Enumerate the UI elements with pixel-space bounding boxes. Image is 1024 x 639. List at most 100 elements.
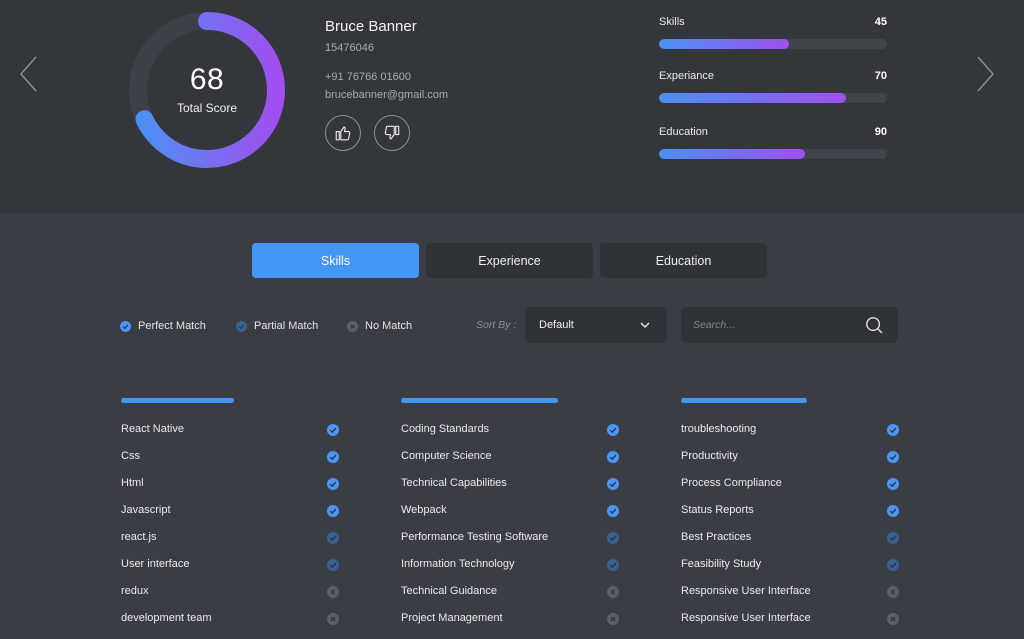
check-icon (327, 478, 339, 490)
skill-row: troubleshooting (681, 422, 899, 438)
check-icon (887, 424, 899, 436)
skill-column-bar (401, 398, 558, 403)
candidate-id: 15476046 (325, 42, 374, 54)
score-bar-track (659, 149, 887, 159)
check-icon (607, 478, 619, 490)
skill-row: Javascript (121, 503, 339, 519)
sort-by-label: Sort By : (476, 319, 517, 331)
total-score-label: Total Score (176, 101, 238, 115)
legend-label: Perfect Match (138, 320, 206, 332)
skill-row: Coding Standards (401, 422, 619, 438)
check-icon (607, 451, 619, 463)
skill-row: Computer Science (401, 449, 619, 465)
skill-row: Technical Guidance (401, 584, 619, 600)
skill-name: User interface (121, 558, 190, 570)
candidate-header: 68 Total Score Bruce Banner 15476046 +91… (0, 0, 1024, 213)
candidate-name: Bruce Banner (325, 18, 417, 35)
check-icon (607, 424, 619, 436)
close-icon (887, 613, 899, 625)
skill-row: React Native (121, 422, 339, 438)
close-icon (887, 586, 899, 598)
skill-row: Feasibility Study (681, 557, 899, 573)
check-icon (236, 320, 247, 332)
skill-name: Html (121, 477, 144, 489)
prev-candidate-button[interactable] (18, 54, 40, 94)
check-icon (887, 559, 899, 571)
check-icon (327, 505, 339, 517)
score-bar-track (659, 93, 887, 103)
skill-row: Webpack (401, 503, 619, 519)
score-bar-track (659, 39, 887, 49)
skill-name: Technical Guidance (401, 585, 498, 597)
skill-name: Webpack (401, 504, 447, 516)
close-icon (327, 586, 339, 598)
close-icon (607, 613, 619, 625)
sort-dropdown[interactable]: Default (525, 307, 667, 343)
chevron-down-icon (640, 322, 650, 329)
skill-name: Information Technology (401, 558, 515, 570)
legend-label: No Match (365, 320, 413, 332)
skill-row: development team (121, 611, 339, 627)
legend-label: Partial Match (254, 320, 319, 332)
tab-education[interactable]: Education (600, 243, 767, 278)
like-button[interactable] (325, 115, 361, 151)
dislike-button[interactable] (374, 115, 410, 151)
skill-row: react.js (121, 530, 339, 546)
search-input[interactable] (693, 316, 853, 334)
check-icon (327, 451, 339, 463)
score-bar-label: Skills (659, 16, 685, 28)
total-score-ring: 68 Total Score (128, 11, 286, 169)
skill-name: Status Reports (681, 504, 754, 516)
skill-column-bar (681, 398, 807, 403)
skill-row: Productivity (681, 449, 899, 465)
skill-search (681, 307, 898, 343)
skill-row: Technical Capabilities (401, 476, 619, 492)
check-icon (887, 451, 899, 463)
skill-name: Technical Capabilities (401, 477, 507, 489)
skill-name: Feasibility Study (681, 558, 762, 570)
check-icon (887, 505, 899, 517)
skill-name: troubleshooting (681, 423, 757, 435)
candidate-phone[interactable]: +91 76766 01600 (325, 71, 448, 83)
skill-name: Process Compliance (681, 477, 782, 489)
skill-row: User interface (121, 557, 339, 573)
check-icon (607, 505, 619, 517)
score-bar-fill (659, 93, 846, 103)
skill-name: Best Practices (681, 531, 752, 543)
skill-row: Css (121, 449, 339, 465)
skill-row: Html (121, 476, 339, 492)
score-bar-value: 45 (874, 16, 887, 28)
check-icon (327, 424, 339, 436)
candidate-email[interactable]: brucebanner@gmail.com (325, 89, 448, 101)
skill-name: Responsive User Interface (681, 585, 811, 597)
score-bar-value: 70 (874, 70, 887, 82)
skill-row: Responsive User Interface (681, 584, 899, 600)
tab-skills[interactable]: Skills (252, 243, 419, 278)
check-icon (327, 532, 339, 544)
skill-row: redux (121, 584, 339, 600)
skill-name: redux (121, 585, 149, 597)
search-icon[interactable] (865, 316, 883, 334)
sort-selected-value: Default (539, 319, 574, 331)
next-candidate-button[interactable] (974, 54, 996, 94)
check-icon (607, 532, 619, 544)
skill-name: Project Management (401, 612, 503, 624)
skill-row: Status Reports (681, 503, 899, 519)
check-icon (327, 559, 339, 571)
close-icon (347, 320, 358, 332)
check-icon (120, 320, 131, 332)
score-bar-label: Experiance (659, 70, 715, 82)
legend-no-match: No Match (347, 318, 412, 334)
skill-name: Productivity (681, 450, 738, 462)
skill-row: Best Practices (681, 530, 899, 546)
chevron-left-icon (19, 56, 37, 92)
score-bar-fill (659, 149, 805, 159)
skill-row: Project Management (401, 611, 619, 627)
chevron-right-icon (977, 56, 995, 92)
skill-name: Responsive User Interface (681, 612, 811, 624)
skill-row: Performance Testing Software (401, 530, 619, 546)
tab-experience[interactable]: Experience (426, 243, 593, 278)
close-icon (327, 613, 339, 625)
check-icon (607, 559, 619, 571)
skill-name: React Native (121, 423, 184, 435)
